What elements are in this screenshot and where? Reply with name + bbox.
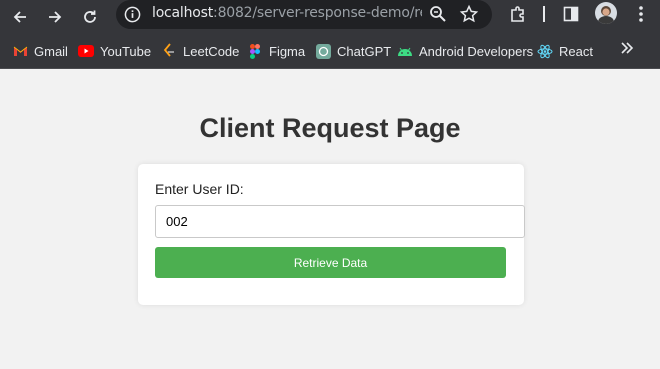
bookmark-youtube[interactable]: YouTube xyxy=(78,41,151,61)
url-path: :8082/server-response-demo/requ... xyxy=(213,5,422,21)
avatar-icon xyxy=(598,6,614,24)
bookmark-gmail[interactable]: Gmail xyxy=(12,41,68,61)
side-panel-button[interactable] xyxy=(560,3,582,25)
bookmark-label: YouTube xyxy=(100,43,152,59)
back-arrow-icon xyxy=(13,11,26,23)
leetcode-icon xyxy=(161,43,177,59)
bookmark-label: Gmail xyxy=(34,43,68,59)
profile-avatar[interactable] xyxy=(595,2,617,24)
bookmark-label: Figma xyxy=(269,43,306,59)
side-panel-icon xyxy=(563,6,579,22)
forward-button[interactable] xyxy=(42,4,68,30)
url-text[interactable]: localhost:8082/server-response-demo/requ… xyxy=(152,5,422,21)
puzzle-icon xyxy=(511,6,524,22)
back-button[interactable] xyxy=(7,4,33,30)
chrome-menu-button[interactable] xyxy=(630,3,652,25)
bookmarks-overflow-icon[interactable] xyxy=(618,39,636,57)
reload-button[interactable] xyxy=(77,4,103,30)
kebab-menu-icon xyxy=(639,6,643,22)
bookmark-label: LeetCode xyxy=(183,43,240,59)
chatgpt-icon xyxy=(315,43,331,59)
bookmark-react[interactable]: React xyxy=(537,41,593,61)
bookmarks-bar: Gmail YouTube LeetCode Figma ChatGPT And… xyxy=(0,34,660,69)
android-icon xyxy=(397,43,413,59)
request-form-card: Enter User ID: Retrieve Data xyxy=(138,164,525,305)
user-id-label: Enter User ID: xyxy=(155,181,244,197)
bookmark-star-icon[interactable] xyxy=(459,4,479,24)
user-id-input[interactable] xyxy=(155,205,525,238)
toolbar-divider xyxy=(543,6,545,22)
zoom-icon[interactable] xyxy=(428,4,448,24)
browser-toolbar: localhost:8082/server-response-demo/requ… xyxy=(0,0,660,34)
url-host: localhost xyxy=(152,5,214,21)
retrieve-data-button[interactable]: Retrieve Data xyxy=(155,247,506,278)
bookmark-figma[interactable]: Figma xyxy=(247,41,305,61)
address-bar[interactable]: localhost:8082/server-response-demo/requ… xyxy=(116,0,492,29)
bookmark-label: Android Developers xyxy=(419,43,534,59)
bookmark-chatgpt[interactable]: ChatGPT xyxy=(315,41,391,61)
bookmark-leetcode[interactable]: LeetCode xyxy=(161,41,239,61)
bookmark-label: React xyxy=(559,43,593,59)
forward-arrow-icon xyxy=(49,11,62,23)
bookmark-label: ChatGPT xyxy=(337,43,392,59)
extensions-button[interactable] xyxy=(507,3,529,25)
bookmark-android-developers[interactable]: Android Developers xyxy=(397,41,533,61)
figma-icon xyxy=(247,43,263,59)
react-icon xyxy=(537,43,553,59)
site-info-icon[interactable] xyxy=(124,6,141,23)
reload-icon xyxy=(84,10,96,23)
youtube-icon xyxy=(78,43,94,59)
gmail-icon xyxy=(12,43,28,59)
page-title: Client Request Page xyxy=(199,113,461,143)
